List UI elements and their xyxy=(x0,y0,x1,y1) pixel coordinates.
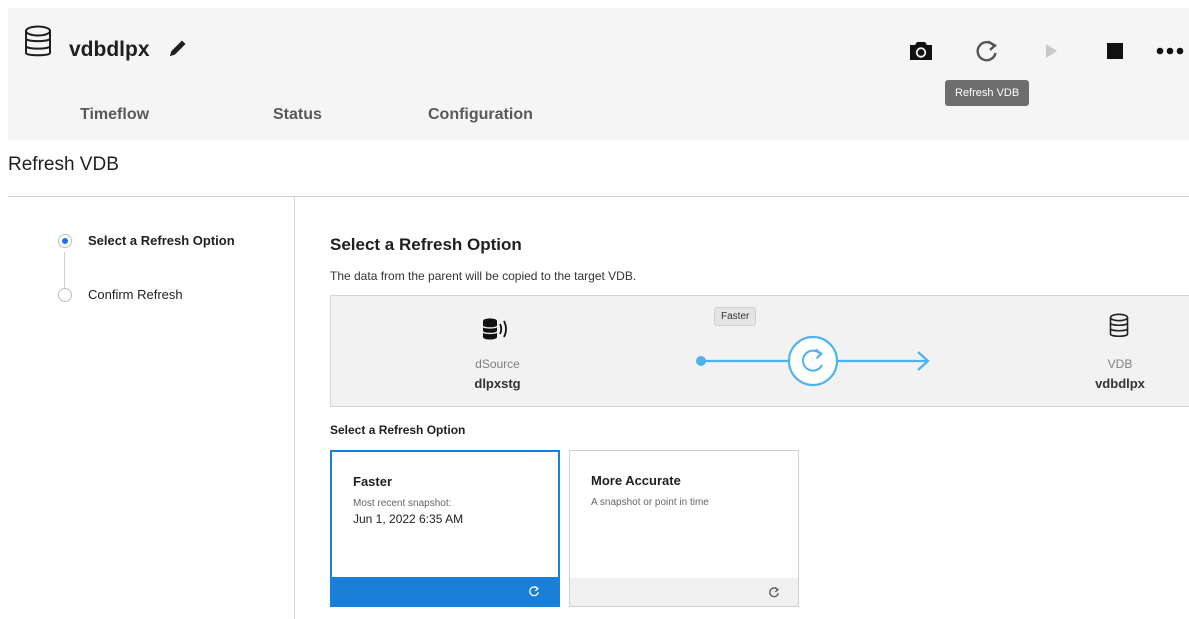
section-title: Select a Refresh Option xyxy=(330,235,522,254)
tab-timeflow[interactable]: Timeflow xyxy=(80,104,149,126)
target-name: vdbdlpx xyxy=(1095,376,1145,391)
step-radio xyxy=(58,287,72,302)
page-title: Refresh VDB xyxy=(8,154,119,175)
more-horizontal-icon xyxy=(1156,47,1184,55)
refresh-icon xyxy=(529,585,539,597)
snapshot-date: Jun 1, 2022 6:35 AM xyxy=(353,512,464,526)
vdb-header: vdbdlpx Timeflow Status Configuration Re… xyxy=(8,8,1189,140)
source-name: dlpxstg xyxy=(474,376,521,391)
card-title: Faster xyxy=(353,474,393,489)
vdb-name: vdbdlpx xyxy=(69,38,150,61)
wizard-steps: Select a Refresh Option Confirm Refresh xyxy=(8,197,295,619)
card-subtitle: A snapshot or point in time xyxy=(591,497,709,508)
option-faster-card[interactable]: Faster Most recent snapshot: Jun 1, 2022… xyxy=(330,450,560,607)
vdb-icon xyxy=(1109,313,1129,338)
refresh-tooltip: Refresh VDB xyxy=(945,80,1030,106)
step-connector xyxy=(64,252,65,290)
start-button[interactable] xyxy=(1036,36,1066,66)
card-title: More Accurate xyxy=(591,473,681,488)
refresh-flow-diagram: Faster dSource dlpxstg VDB vdbdlpx xyxy=(330,295,1189,407)
refresh-icon xyxy=(769,586,779,598)
section-description: The data from the parent will be copied … xyxy=(330,269,637,283)
refresh-flow-arrow xyxy=(696,335,930,387)
card-footer-selected xyxy=(332,577,558,605)
step-confirm-refresh[interactable]: Confirm Refresh xyxy=(58,287,183,302)
refresh-vdb-button[interactable] xyxy=(972,36,1002,66)
step-label: Confirm Refresh xyxy=(88,287,183,302)
step-label: Select a Refresh Option xyxy=(88,233,235,248)
tab-configuration[interactable]: Configuration xyxy=(428,104,533,126)
tab-status[interactable]: Status xyxy=(273,104,322,126)
stop-icon xyxy=(1107,43,1123,59)
card-footer xyxy=(570,578,798,606)
tab-bar: Timeflow Status Configuration xyxy=(8,104,708,140)
option-more-accurate-card[interactable]: More Accurate A snapshot or point in tim… xyxy=(569,450,799,607)
more-actions-button[interactable] xyxy=(1155,36,1185,66)
pencil-icon[interactable] xyxy=(167,37,189,59)
source-type: dSource xyxy=(475,357,520,371)
card-subtitle: Most recent snapshot: xyxy=(353,498,452,509)
snapshot-button[interactable] xyxy=(906,36,936,66)
refresh-icon xyxy=(976,40,998,62)
target-type: VDB xyxy=(1107,357,1133,371)
database-icon xyxy=(25,25,51,57)
options-title: Select a Refresh Option xyxy=(330,423,466,437)
dsource-icon xyxy=(482,318,507,340)
camera-icon xyxy=(910,42,932,60)
step-select-option[interactable]: Select a Refresh Option xyxy=(58,233,235,248)
stop-button[interactable] xyxy=(1100,36,1130,66)
step-radio-active xyxy=(58,233,72,248)
play-icon xyxy=(1046,44,1057,58)
